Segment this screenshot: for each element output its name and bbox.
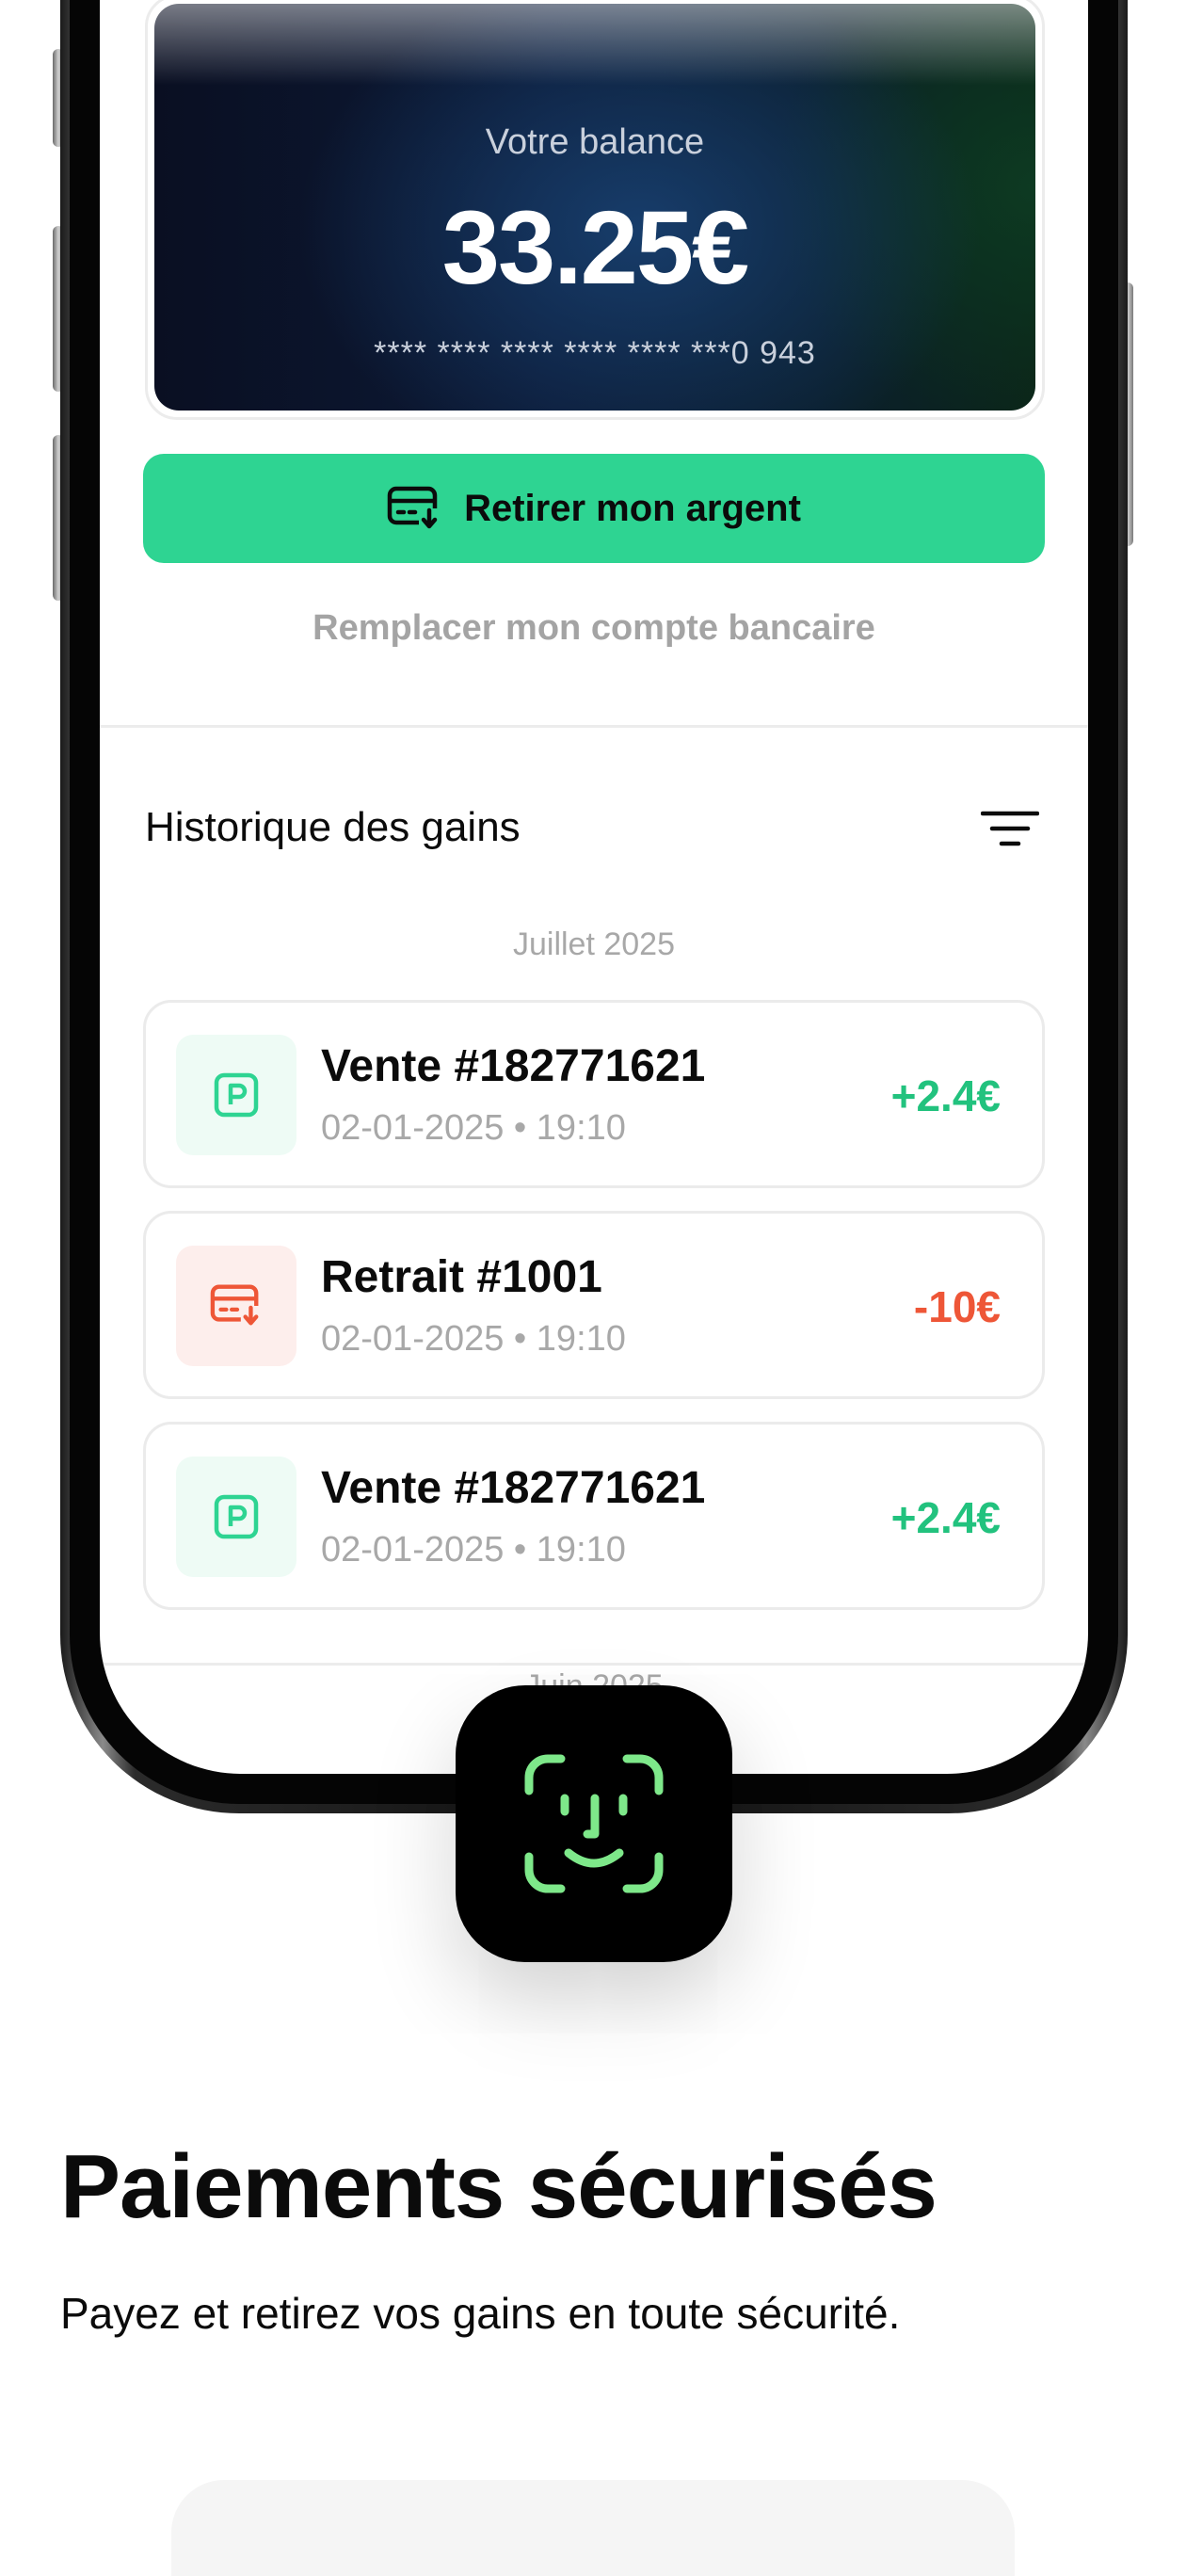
phone-screen: Votre balance 33.25€ **** **** **** ****… (100, 0, 1088, 1774)
transaction-amount: +2.4€ (890, 1493, 1001, 1542)
balance-label: Votre balance (485, 122, 705, 162)
transaction-title: Vente #182771621 (321, 1463, 706, 1513)
transaction-date: 02-01-2025 • 19:10 (321, 1319, 626, 1359)
transaction-title: Vente #182771621 (321, 1041, 706, 1091)
withdraw-button[interactable]: Retirer mon argent (143, 454, 1045, 563)
balance-card: Votre balance 33.25€ **** **** **** ****… (154, 4, 1035, 411)
transaction-icon-container (176, 1035, 296, 1155)
month-label: Juillet 2025 (512, 926, 675, 962)
next-section-card (171, 2480, 1015, 2576)
transaction-row[interactable]: Retrait #1001 02-01-2025 • 19:10 -10€ (143, 1211, 1045, 1399)
transaction-amount: -10€ (913, 1282, 1001, 1331)
transaction-row[interactable]: Vente #182771621 02-01-2025 • 19:10 +2.4… (143, 1000, 1045, 1188)
section-divider (100, 1663, 1088, 1666)
transaction-date: 02-01-2025 • 19:10 (321, 1108, 626, 1148)
transaction-icon-container (176, 1246, 296, 1366)
transaction-date: 02-01-2025 • 19:10 (321, 1530, 626, 1570)
withdraw-button-label: Retirer mon argent (464, 487, 801, 529)
replace-bank-account-link[interactable]: Remplacer mon compte bancaire (100, 608, 1088, 649)
card-withdraw-icon (387, 486, 441, 529)
face-id-badge (456, 1685, 732, 1962)
parking-icon (214, 1072, 259, 1118)
balance-amount: 33.25€ (441, 190, 749, 306)
face-id-icon (524, 1754, 664, 1893)
card-withdraw-icon (210, 1284, 262, 1327)
transaction-amount: +2.4€ (890, 1071, 1001, 1120)
subheadline: Payez et retirez vos gains en toute sécu… (60, 2289, 901, 2338)
parking-icon (214, 1494, 259, 1539)
section-divider (100, 725, 1088, 728)
transaction-row[interactable]: Vente #182771621 02-01-2025 • 19:10 +2.4… (143, 1422, 1045, 1610)
history-title: Historique des gains (145, 804, 521, 850)
headline: Paiements sécurisés (60, 2136, 938, 2237)
masked-card-number: **** **** **** **** **** ***0 943 (374, 335, 816, 371)
filter-icon[interactable] (981, 810, 1039, 847)
transaction-title: Retrait #1001 (321, 1252, 602, 1302)
transaction-icon-container (176, 1457, 296, 1577)
